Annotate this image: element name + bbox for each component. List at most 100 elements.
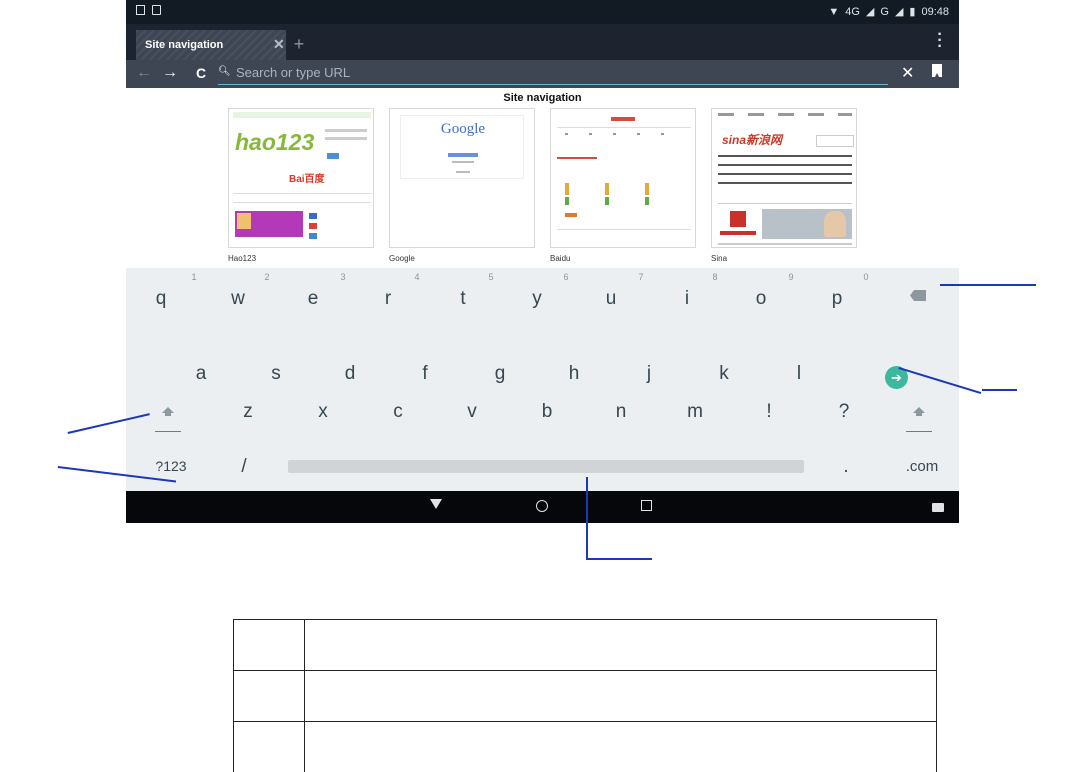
wifi-icon: ▼ (828, 5, 840, 18)
key-z[interactable]: z (228, 401, 268, 423)
thumbnail-label-baidu: Baidu (550, 254, 571, 263)
callout-line-backspace (940, 284, 1036, 286)
table-row (233, 721, 937, 772)
signal-icon-2: ◢ (894, 6, 904, 18)
status-bar: ▼ 4G ◢ G ◢ ▮ 09:48 (126, 0, 959, 24)
shift-key-right[interactable] (906, 401, 932, 435)
key-v[interactable]: v (452, 401, 492, 423)
key-hint-9: 9 (788, 272, 794, 282)
key-period[interactable]: . (826, 456, 866, 478)
nav-back-icon[interactable] (430, 499, 442, 509)
key-hint-8: 8 (712, 272, 718, 282)
baidu-mini-logo (611, 117, 635, 121)
key-question[interactable]: ? (824, 401, 864, 423)
dotcom-key[interactable]: .com (892, 458, 952, 475)
table-row (233, 619, 937, 671)
key-hint-4: 4 (414, 272, 420, 282)
key-slash[interactable]: / (224, 456, 264, 478)
thumbnail-label-sina: Sina (711, 254, 728, 263)
url-input[interactable]: Search or type URL (218, 63, 888, 85)
key-hint-5: 5 (488, 272, 494, 282)
soft-keyboard: q 1 w 2 e 3 r 4 t 5 y 6 u 7 i 8 o 9 p 0 … (126, 268, 959, 491)
forward-arrow-icon[interactable]: → (162, 64, 178, 82)
key-u[interactable]: u (591, 288, 631, 310)
page-content: Site navigation hao123 Bai百度 Hao123 Goog… (126, 88, 959, 268)
thumbnail-hao123[interactable]: hao123 Bai百度 (228, 108, 374, 248)
key-t[interactable]: t (443, 288, 483, 310)
thumbnail-baidu[interactable] (550, 108, 696, 248)
key-m[interactable]: m (675, 401, 715, 423)
tablet-screen: ▼ 4G ◢ G ◢ ▮ 09:48 Site navigation ✕ + ·… (126, 0, 959, 523)
key-s[interactable]: s (256, 363, 296, 385)
hao123-logo: hao123 (235, 129, 315, 155)
table-cell (304, 721, 937, 772)
sina-logo: sina新浪网 (722, 133, 783, 147)
network-type: 4G (845, 5, 860, 18)
reload-icon[interactable]: C (196, 65, 206, 81)
tab-title: Site navigation (145, 39, 224, 51)
key-n[interactable]: n (601, 401, 641, 423)
table-cell (304, 670, 937, 722)
key-p[interactable]: p (817, 288, 857, 310)
screenshot-icon (136, 5, 145, 15)
page-title: Site navigation (503, 92, 582, 104)
url-bar: ← → C 🔍︎ Search or type URL ✕ (126, 60, 959, 88)
key-g[interactable]: g (480, 363, 520, 385)
shift-key-left[interactable] (155, 401, 181, 435)
key-o[interactable]: o (741, 288, 781, 310)
key-k[interactable]: k (704, 363, 744, 385)
callout-line-go (982, 389, 1017, 391)
key-h[interactable]: h (554, 363, 594, 385)
close-tab-icon[interactable]: ✕ (273, 36, 285, 53)
clock: 09:48 (921, 5, 949, 18)
system-nav-bar (126, 491, 959, 523)
key-c[interactable]: c (378, 401, 418, 423)
table-row (233, 670, 937, 722)
key-l[interactable]: l (779, 363, 819, 385)
key-r[interactable]: r (368, 288, 408, 310)
key-hint-6: 6 (563, 272, 569, 282)
overflow-menu-icon[interactable]: · · · (937, 27, 943, 55)
thumbnail-sina[interactable]: sina新浪网 (711, 108, 857, 248)
thumbnail-label-hao123: Hao123 (228, 254, 257, 263)
thumbnail-google[interactable]: Google (389, 108, 535, 248)
legend-table (233, 619, 937, 772)
google-logo: Google (440, 121, 486, 137)
tab-strip: Site navigation ✕ + · · · (126, 24, 959, 60)
key-i[interactable]: i (667, 288, 707, 310)
network-type-2: G (880, 5, 889, 18)
table-cell (233, 721, 305, 772)
callout-line-space-v (586, 477, 588, 560)
key-y[interactable]: y (517, 288, 557, 310)
key-x[interactable]: x (303, 401, 343, 423)
nav-home-icon[interactable] (536, 500, 548, 512)
tab-site-navigation[interactable]: Site navigation ✕ (136, 30, 286, 60)
key-b[interactable]: b (527, 401, 567, 423)
key-exclamation[interactable]: ! (749, 401, 789, 423)
key-a[interactable]: a (181, 363, 221, 385)
space-bar[interactable] (288, 460, 804, 473)
battery-icon: ▮ (909, 6, 916, 18)
key-f[interactable]: f (405, 363, 445, 385)
back-arrow-icon[interactable]: ← (136, 64, 152, 82)
new-tab-button[interactable]: + (286, 30, 312, 60)
backspace-key[interactable] (910, 290, 926, 301)
sd-card-icon (152, 5, 161, 15)
key-d[interactable]: d (330, 363, 370, 385)
key-j[interactable]: j (629, 363, 669, 385)
table-cell (233, 670, 305, 722)
keyboard-switch-icon[interactable] (932, 503, 944, 512)
signal-icon: ◢ (865, 6, 875, 18)
symbols-key[interactable]: ?123 (146, 458, 196, 474)
clear-url-icon[interactable]: ✕ (901, 63, 914, 83)
key-q[interactable]: q (141, 288, 181, 310)
nav-recents-icon[interactable] (641, 500, 652, 511)
key-w[interactable]: w (218, 288, 258, 310)
key-e[interactable]: e (293, 288, 333, 310)
key-hint-7: 7 (638, 272, 644, 282)
baidu-logo: Bai百度 (289, 174, 325, 185)
table-cell (304, 619, 937, 671)
bookmark-icon[interactable] (932, 64, 942, 77)
key-hint-0: 0 (863, 272, 869, 282)
table-cell (233, 619, 305, 671)
